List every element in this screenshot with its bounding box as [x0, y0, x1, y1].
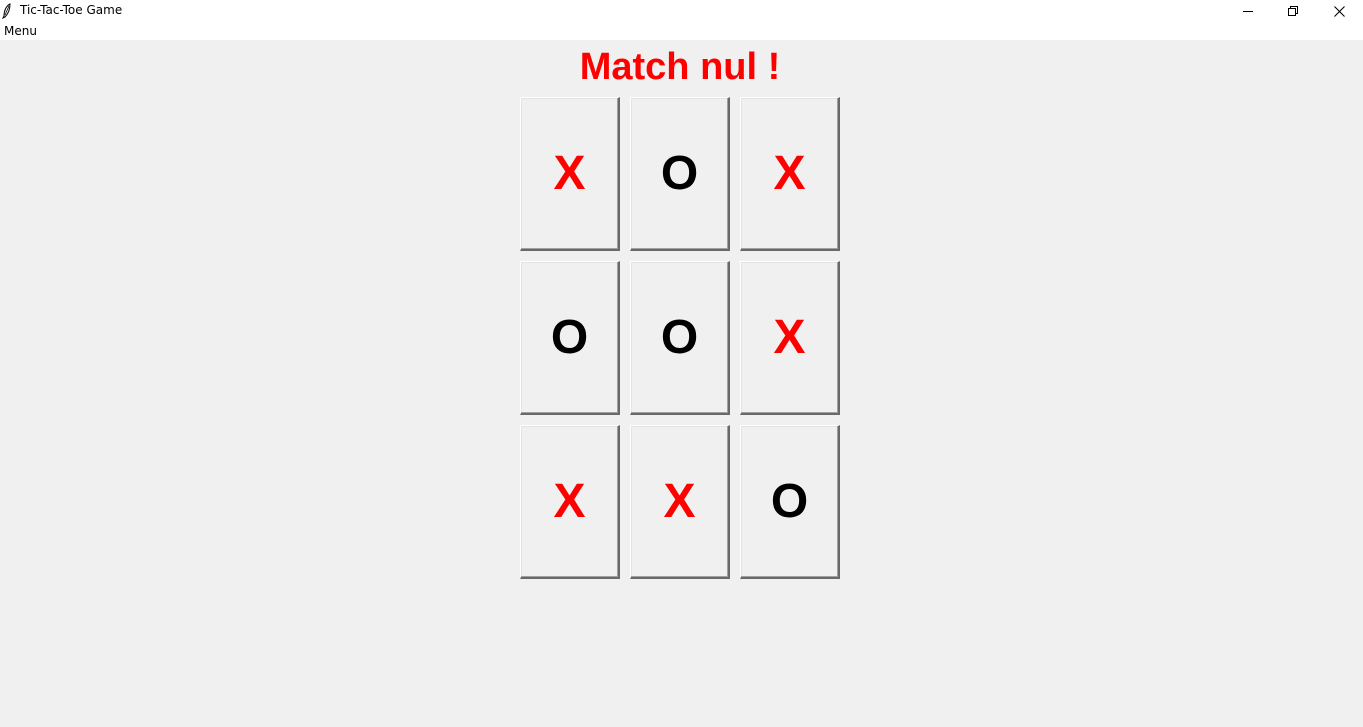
- board-cell-1-2[interactable]: O: [630, 97, 730, 251]
- menu-bar: Menu: [0, 22, 1363, 40]
- close-button[interactable]: [1316, 0, 1362, 22]
- board-cell-1-1[interactable]: X: [520, 97, 620, 251]
- close-icon: [1333, 5, 1345, 17]
- board-cell-2-2[interactable]: O: [630, 261, 730, 415]
- board-cell-3-1[interactable]: X: [520, 425, 620, 579]
- menu-item-menu[interactable]: Menu: [4, 24, 37, 38]
- game-status: Match nul !: [579, 46, 781, 88]
- board-cell-3-3[interactable]: O: [740, 425, 840, 579]
- window-title: Tic-Tac-Toe Game: [20, 3, 123, 17]
- board-cell-2-3[interactable]: X: [740, 261, 840, 415]
- board-cell-1-3[interactable]: X: [740, 97, 840, 251]
- board-cell-3-2[interactable]: X: [630, 425, 730, 579]
- minimize-button[interactable]: [1225, 0, 1271, 22]
- title-bar: Tic-Tac-Toe Game: [0, 0, 1363, 22]
- minimize-icon: [1243, 11, 1253, 12]
- restore-button[interactable]: [1270, 0, 1316, 22]
- board-cell-2-1[interactable]: O: [520, 261, 620, 415]
- feather-icon: [2, 3, 11, 19]
- restore-icon: [1288, 6, 1298, 16]
